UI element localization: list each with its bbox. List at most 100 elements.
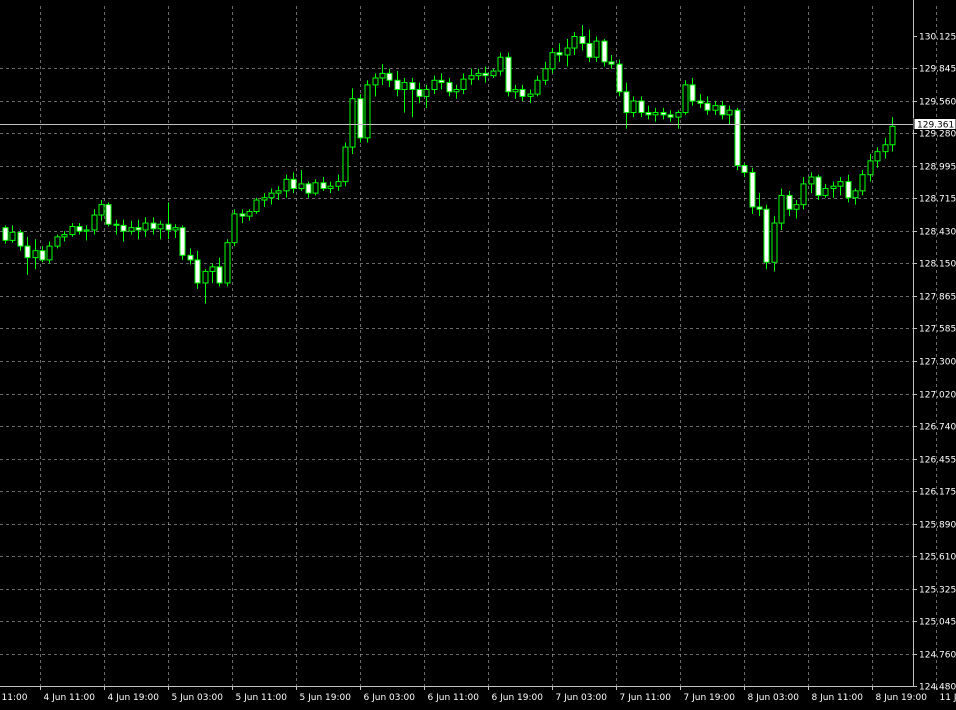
- candle-body-bear: [763, 208, 770, 263]
- candle-body-bear: [165, 223, 172, 231]
- candle-body-bull: [675, 112, 682, 118]
- y-tick-label: 125.610: [919, 553, 956, 563]
- candle: [815, 174, 822, 201]
- candle: [446, 77, 453, 97]
- candle: [778, 188, 785, 230]
- candle-body-bull: [793, 204, 800, 210]
- chart-canvas: 4 Jun 11:00130.125129.845129.560129.2801…: [0, 0, 956, 703]
- candle-body-bear: [113, 223, 120, 226]
- candle-body-bear: [741, 164, 748, 173]
- candle-body-bear: [135, 227, 142, 231]
- candle: [342, 142, 349, 187]
- candle: [741, 163, 748, 178]
- candle: [638, 96, 645, 118]
- candle-body-bull: [778, 194, 785, 224]
- candle: [534, 75, 541, 97]
- candle-body-bear: [638, 100, 645, 114]
- candle-body-bear: [216, 266, 223, 284]
- candle: [512, 84, 519, 99]
- candle: [98, 200, 105, 221]
- candle-body-bear: [616, 63, 623, 93]
- candle-body-bull: [372, 77, 379, 86]
- candle: [660, 107, 667, 120]
- candle-body-bear: [416, 88, 423, 97]
- candle-body-bear: [719, 105, 726, 116]
- candle: [54, 234, 61, 249]
- candle-body-bull: [800, 183, 807, 206]
- x-tick-label: 11 Jun 03:00: [940, 693, 956, 703]
- x-tick-label: 6 Jun 19:00: [492, 693, 544, 703]
- candle: [113, 219, 120, 235]
- candle-body-bear: [446, 82, 453, 93]
- candle: [305, 181, 312, 198]
- candle: [786, 190, 793, 217]
- candle: [231, 209, 238, 247]
- x-tick-label: 5 Jun 03:00: [172, 693, 224, 703]
- candle: [438, 73, 445, 90]
- candle-body-bull: [512, 88, 519, 93]
- candle-body-bear: [601, 40, 608, 63]
- candle-body-bear: [734, 109, 741, 166]
- candle-body-bear: [120, 224, 127, 232]
- candle: [800, 177, 807, 210]
- candle: [697, 94, 704, 108]
- y-tick-label: 125.325: [919, 586, 956, 596]
- candle: [349, 88, 356, 154]
- candle: [275, 186, 282, 201]
- candle-body-bull: [32, 250, 39, 259]
- x-tick-label: 4 Jun 11:00: [0, 693, 28, 703]
- candle: [630, 96, 637, 118]
- candle: [726, 105, 733, 125]
- candle: [571, 31, 578, 55]
- candle-body-bull: [275, 190, 282, 194]
- y-tick-label: 129.280: [919, 130, 956, 140]
- candle-body-bull: [830, 185, 837, 190]
- candle-body-bull: [460, 78, 467, 90]
- candle: [268, 188, 275, 205]
- candle: [468, 68, 475, 85]
- candle-body-bear: [845, 181, 852, 199]
- candle-body-bull: [298, 183, 305, 190]
- candle-body-bear: [76, 226, 83, 232]
- candle-body-bull: [335, 181, 342, 187]
- candle-body-bear: [105, 204, 112, 225]
- candle-body-bull: [468, 75, 475, 80]
- candle-body-bear: [556, 52, 563, 56]
- candle: [83, 225, 90, 241]
- candle-body-bull: [593, 40, 600, 58]
- candle-layer: [2, 25, 896, 304]
- candle: [298, 170, 305, 191]
- candle-body-bear: [187, 254, 194, 261]
- candle: [667, 110, 674, 122]
- candle: [17, 229, 24, 251]
- candle: [320, 177, 327, 191]
- candle-body-bull: [224, 242, 231, 284]
- y-tick-label: 127.300: [919, 358, 956, 368]
- candle: [335, 174, 342, 191]
- candle-body-bull: [564, 47, 571, 56]
- candle-body-bull: [401, 82, 408, 90]
- candle-body-bull: [822, 188, 829, 196]
- candle: [157, 220, 164, 240]
- x-tick-label: 7 Jun 03:00: [556, 693, 608, 703]
- candle-body-bear: [786, 194, 793, 210]
- candle-body-bear: [667, 114, 674, 118]
- x-tick-label: 6 Jun 11:00: [428, 693, 480, 703]
- candle-body-bull: [268, 192, 275, 199]
- candle-body-bear: [394, 79, 401, 90]
- candle-body-bull: [379, 72, 386, 79]
- candle: [246, 209, 253, 221]
- candle: [852, 188, 859, 205]
- candle-body-bull: [349, 98, 356, 148]
- candle-body-bull: [431, 79, 438, 90]
- candle: [763, 204, 770, 270]
- candle: [475, 68, 482, 81]
- candle-body-bear: [320, 182, 327, 190]
- candle-body-bull: [98, 204, 105, 216]
- candle-body-bear: [579, 36, 586, 44]
- candle: [46, 241, 53, 264]
- candle-body-bear: [697, 100, 704, 104]
- candle: [401, 77, 408, 113]
- candle-body-bull: [712, 105, 719, 111]
- candle: [793, 200, 800, 219]
